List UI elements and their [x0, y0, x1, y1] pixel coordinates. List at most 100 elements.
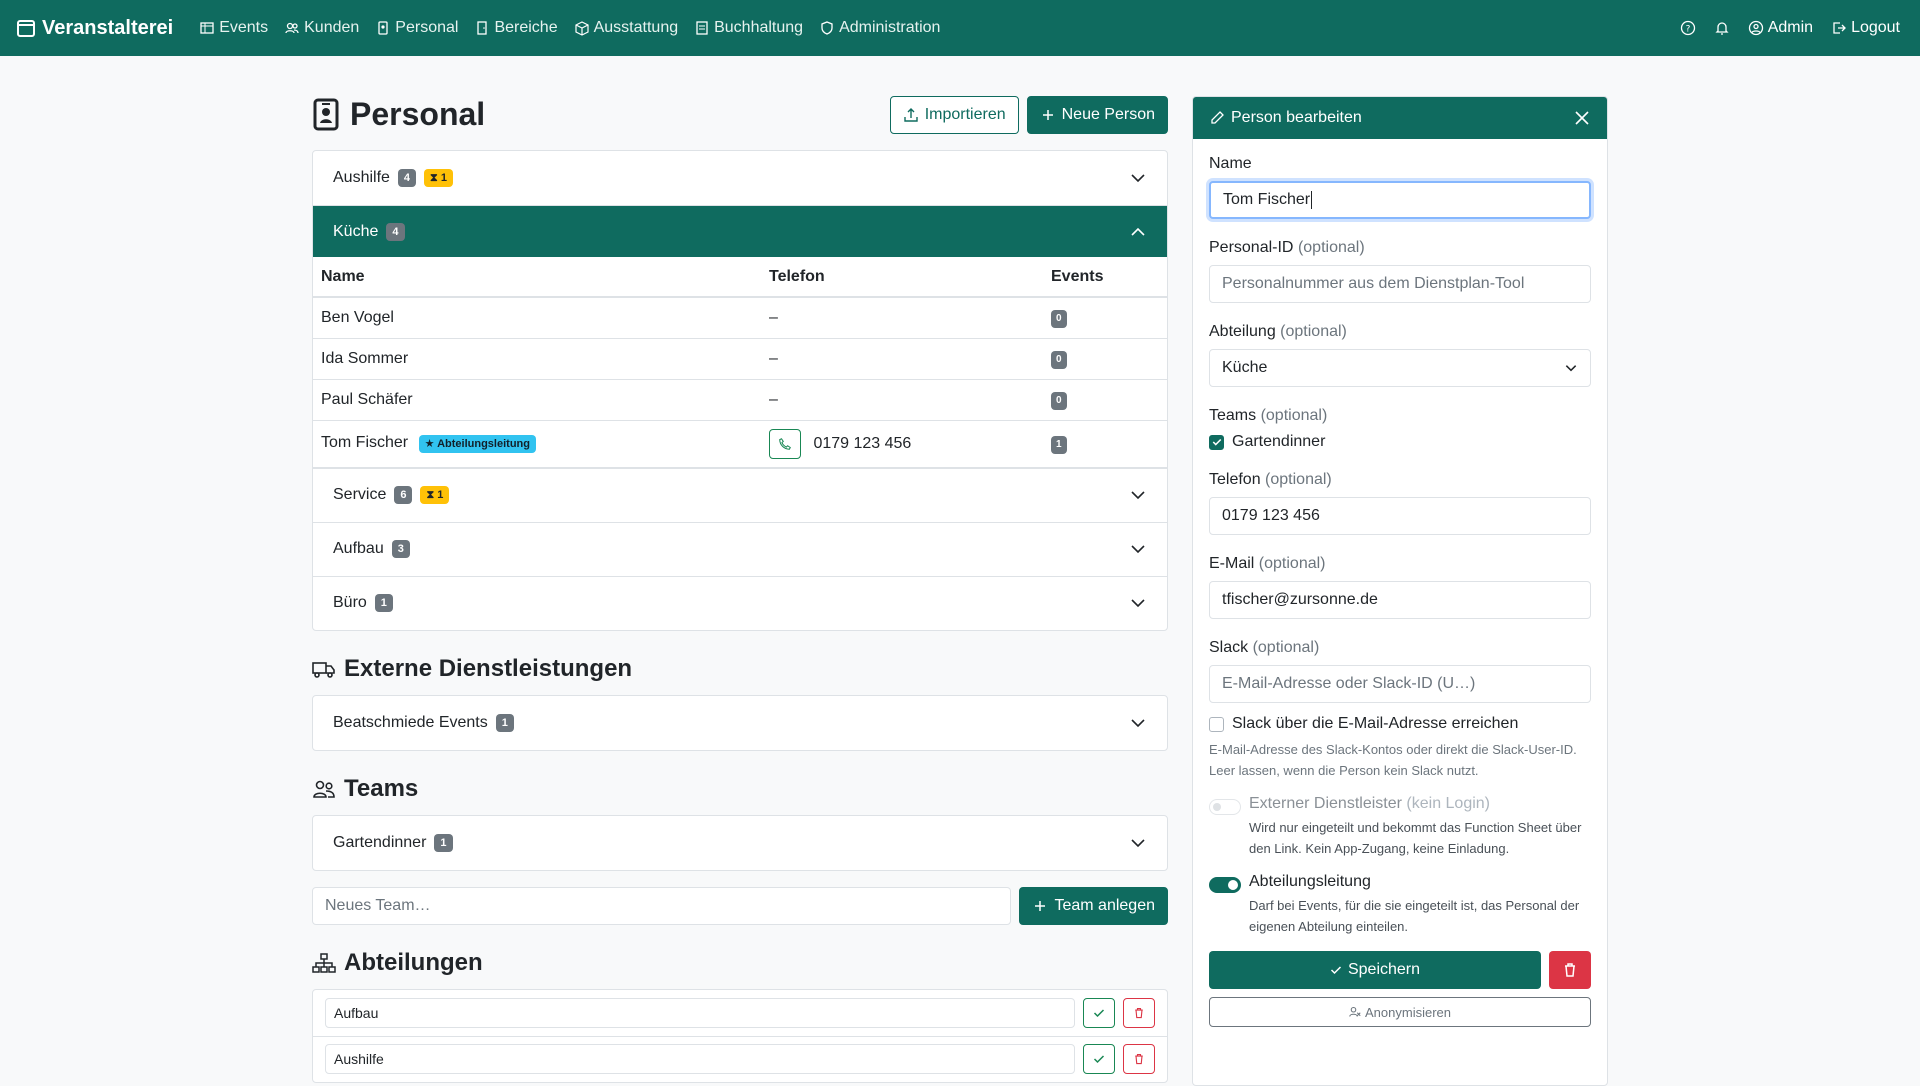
external-item-header[interactable]: Beatschmiede Events 1	[313, 696, 1167, 750]
group-name: Aufbau	[333, 540, 384, 557]
table-row[interactable]: Paul Schäfer – 0	[313, 379, 1167, 421]
close-icon[interactable]	[1573, 109, 1591, 127]
slack-email-checkbox[interactable]: Slack über die E-Mail-Adresse erreichen	[1209, 715, 1591, 733]
pending-badge: ⧗ 1	[424, 169, 453, 187]
email-input[interactable]: tfischer@zursonne.de	[1209, 581, 1591, 619]
external-switch-row: Externer Dienstleister (kein Login) Wird…	[1209, 795, 1591, 859]
panel-header: Person bearbeiten	[1193, 97, 1607, 139]
check-icon	[1093, 1055, 1105, 1064]
delete-person-button[interactable]	[1549, 951, 1591, 989]
person-name: Paul Schäfer	[313, 379, 761, 421]
brand[interactable]: Veranstalterei	[16, 17, 173, 40]
external-accordion: Beatschmiede Events 1	[312, 694, 1168, 751]
box-icon	[575, 21, 589, 36]
create-team-button[interactable]: Team anlegen	[1019, 886, 1168, 925]
shield-icon	[821, 21, 833, 35]
nav-events[interactable]: Events	[199, 19, 268, 37]
nav-buchhaltung[interactable]: Buchhaltung	[694, 19, 803, 37]
new-person-button-label: Neue Person	[1061, 106, 1155, 123]
confirm-button[interactable]	[1083, 997, 1115, 1028]
lead-switch-label: Abteilungsleitung	[1249, 873, 1371, 890]
navbar: Veranstalterei Events Kunden Personal Be…	[0, 0, 1920, 56]
group-buero-header[interactable]: Büro 1	[313, 575, 1167, 630]
new-person-button[interactable]: Neue Person	[1026, 96, 1168, 134]
team-item-header[interactable]: Gartendinner 1	[313, 816, 1167, 870]
checkbox-unchecked[interactable]	[1209, 716, 1224, 732]
dept-select[interactable]: Küche	[1209, 349, 1591, 387]
phone-input[interactable]: 0179 123 456	[1209, 497, 1591, 535]
save-button[interactable]: Speichern	[1209, 951, 1541, 989]
table-row[interactable]: Ben Vogel – 0	[313, 297, 1167, 339]
group-kueche-header[interactable]: Küche 4	[313, 205, 1167, 257]
group-aushilfe-header[interactable]: Aushilfe 4 ⧗ 1	[313, 151, 1167, 205]
delete-button[interactable]	[1123, 997, 1155, 1028]
department-name-input[interactable]: Aushilfe	[325, 1044, 1075, 1074]
upload-icon	[903, 108, 918, 122]
department-name-input[interactable]: Aufbau	[325, 997, 1075, 1028]
dept-label-text: Abteilung	[1209, 323, 1276, 340]
team-checkbox-gartendinner[interactable]: Gartendinner	[1209, 433, 1591, 451]
count-badge: 6	[394, 486, 413, 504]
user-menu-label: Admin	[1767, 19, 1814, 36]
table-row[interactable]: Tom Fischer ★ Abteilungsleitung 0179 123…	[313, 420, 1167, 468]
pending-count: 1	[437, 489, 444, 501]
group-aufbau-header[interactable]: Aufbau 3	[313, 521, 1167, 576]
person-name: Tom Fischer	[321, 434, 409, 451]
phone-label-text: Telefon	[1209, 471, 1261, 488]
new-team-input[interactable]: Neues Team…	[312, 886, 1012, 925]
table-row[interactable]: Ida Sommer – 0	[313, 338, 1167, 380]
lead-switch-row: Abteilungsleitung Darf bei Events, für d…	[1209, 873, 1591, 937]
logout-icon	[1833, 22, 1846, 34]
user-x-icon	[1349, 1006, 1361, 1017]
nav-administration-label: Administration	[839, 19, 941, 36]
chevron-down-icon	[1131, 174, 1145, 183]
group-service-header[interactable]: Service 6 ⧗ 1	[313, 467, 1167, 522]
user-menu[interactable]: Admin	[1748, 19, 1813, 37]
lead-switch[interactable]	[1209, 877, 1241, 893]
logout-link[interactable]: Logout	[1831, 19, 1900, 37]
chevron-down-icon	[1131, 545, 1145, 554]
nav-kunden[interactable]: Kunden	[284, 19, 359, 37]
optional-hint: (optional)	[1258, 555, 1326, 572]
ledger-icon	[696, 21, 708, 35]
people-icon	[313, 780, 335, 798]
lead-badge-label: Abteilungsleitung	[437, 438, 530, 450]
door-icon	[477, 21, 488, 35]
slack-label: Slack (optional)	[1209, 639, 1591, 657]
checkbox-checked[interactable]	[1209, 434, 1224, 450]
external-label-text: Externer Dienstleister	[1249, 795, 1402, 812]
name-input[interactable]: Tom Fischer	[1209, 181, 1591, 219]
pending-count: 1	[440, 172, 447, 184]
teams-label: Teams (optional)	[1209, 407, 1591, 425]
nav-administration[interactable]: Administration	[819, 19, 940, 37]
slack-input[interactable]: E-Mail-Adresse oder Slack-ID (U…)	[1209, 665, 1591, 703]
delete-button[interactable]	[1123, 1044, 1155, 1074]
nav-ausstattung[interactable]: Ausstattung	[574, 19, 679, 37]
anonymize-label: Anonymisieren	[1365, 1004, 1451, 1020]
pid-input[interactable]: Personalnummer aus dem Dienstplan-Tool	[1209, 265, 1591, 303]
bell-icon[interactable]	[1714, 20, 1730, 36]
call-button[interactable]	[769, 428, 801, 459]
nav-events-label: Events	[219, 19, 269, 36]
chevron-down-icon	[1131, 491, 1145, 500]
pencil-icon	[1211, 111, 1224, 124]
anonymize-button[interactable]: Anonymisieren	[1209, 997, 1591, 1027]
nav-personal[interactable]: Personal	[375, 19, 458, 37]
import-button[interactable]: Importieren	[889, 96, 1019, 134]
col-header-phone: Telefon	[761, 257, 1043, 298]
count-badge: 1	[495, 713, 514, 732]
help-icon[interactable]: ?	[1680, 20, 1696, 36]
confirm-button[interactable]	[1083, 1044, 1115, 1074]
email-label: E-Mail (optional)	[1209, 555, 1591, 573]
person-name: Ida Sommer	[313, 338, 761, 380]
dept-label: Abteilung (optional)	[1209, 323, 1591, 341]
count-badge: 1	[374, 594, 393, 612]
col-header-name: Name	[313, 257, 761, 298]
events-badge: 0	[1051, 391, 1067, 410]
nav-ausstattung-label: Ausstattung	[593, 19, 679, 36]
nav-bereiche[interactable]: Bereiche	[474, 19, 558, 37]
external-switch[interactable]	[1209, 799, 1241, 815]
text-cursor	[1311, 191, 1313, 209]
nav-kunden-label: Kunden	[304, 19, 360, 36]
external-help: Wird nur eingeteilt und bekommt das Func…	[1249, 820, 1582, 856]
